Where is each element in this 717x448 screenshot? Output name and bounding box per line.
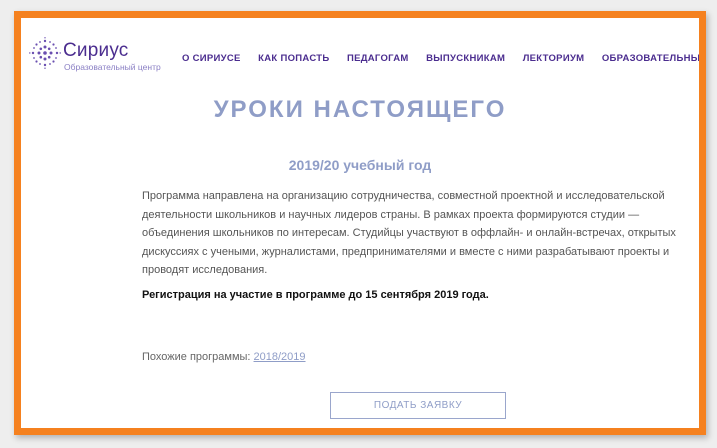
site-logo[interactable]: Сириус Образовательный центр xyxy=(29,37,179,77)
apply-button[interactable]: ПОДАТЬ ЗАЯВКУ xyxy=(330,392,506,419)
logo-subtitle: Образовательный центр xyxy=(64,62,161,72)
registration-notice: Регистрация на участие в программе до 15… xyxy=(142,289,489,301)
program-description: Программа направлена на организацию сотр… xyxy=(142,190,676,276)
sirius-dots-logo-icon xyxy=(29,37,61,69)
nav-item-alumni[interactable]: ВЫПУСКНИКАМ xyxy=(426,53,505,64)
site-header: Сириус Образовательный центр О СИРИУСЕ К… xyxy=(21,18,699,88)
nav-item-about[interactable]: О СИРИУСЕ xyxy=(182,53,241,64)
nav-item-lectorium[interactable]: ЛЕКТОРИУМ xyxy=(523,53,585,64)
academic-year: 2019/20 учебный год xyxy=(288,157,432,173)
nav-item-educational[interactable]: ОБРАЗОВАТЕЛЬНЫЕ xyxy=(602,53,699,64)
nav-item-teachers[interactable]: ПЕДАГОГАМ xyxy=(347,53,409,64)
similar-program-link[interactable]: 2018/2019 xyxy=(254,351,306,363)
main-nav: О СИРИУСЕ КАК ПОПАСТЬ ПЕДАГОГАМ ВЫПУСКНИ… xyxy=(182,48,699,68)
page-title: УРОКИ НАСТОЯЩЕГО xyxy=(213,96,507,123)
nav-item-how-to-enter[interactable]: КАК ПОПАСТЬ xyxy=(258,53,329,64)
similar-programs: Похожие программы: 2018/2019 xyxy=(142,351,306,363)
page-frame: Сириус Образовательный центр О СИРИУСЕ К… xyxy=(14,11,706,435)
logo-name: Сириус xyxy=(63,40,129,61)
similar-programs-label: Похожие программы: xyxy=(142,351,254,363)
